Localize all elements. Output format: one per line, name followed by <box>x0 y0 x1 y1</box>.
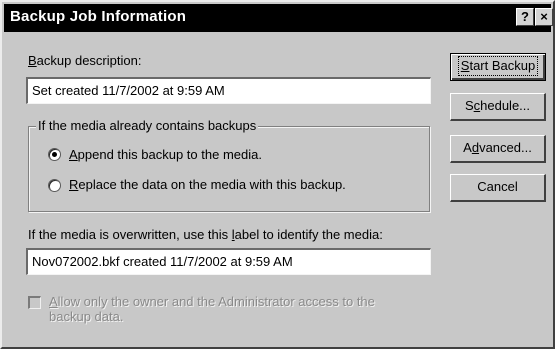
dialog-title: Backup Job Information <box>10 8 187 25</box>
backup-description-input[interactable]: Set created 11/7/2002 at 9:59 AM <box>26 77 431 104</box>
help-button[interactable]: ? <box>516 8 534 26</box>
restrict-access-label-mnemonic: A <box>49 294 58 309</box>
advanced-label-post: vanced... <box>479 140 532 155</box>
restrict-access-label: Allow only the owner and the Administrat… <box>49 294 375 324</box>
help-icon: ? <box>521 9 529 24</box>
media-label-input[interactable]: Nov072002.bkf created 11/7/2002 at 9:59 … <box>26 248 431 275</box>
media-label-label-text: abel to identify the media: <box>234 227 383 242</box>
append-radio[interactable] <box>48 148 61 161</box>
close-icon: × <box>540 9 548 24</box>
media-label-label: If the media is overwritten, use this la… <box>28 227 383 242</box>
schedule-label-post: hedule... <box>480 98 531 113</box>
replace-radio-label[interactable]: Replace the data on the media with this … <box>69 177 346 192</box>
restrict-access-label-line2: backup data. <box>49 309 124 324</box>
backup-description-label: Backup description: <box>28 53 141 68</box>
schedule-button[interactable]: Schedule... <box>450 93 546 121</box>
schedule-label-pre: S <box>464 98 474 113</box>
backup-description-label-text: ackup description: <box>36 53 142 68</box>
backup-description-label-mnemonic: B <box>28 53 37 68</box>
replace-label-mnemonic: R <box>69 177 79 192</box>
media-contains-backups-legend: If the media already contains backups <box>36 118 259 133</box>
restrict-access-checkbox[interactable] <box>28 296 41 309</box>
advanced-mnemonic: d <box>471 140 480 155</box>
advanced-button[interactable]: Advanced... <box>450 135 546 163</box>
cancel-button[interactable]: Cancel <box>450 174 546 202</box>
replace-radio[interactable] <box>48 179 61 192</box>
append-radio-dot <box>52 152 57 157</box>
append-label-text: ppend this backup to the media. <box>77 147 262 162</box>
media-label-value: Nov072002.bkf created 11/7/2002 at 9:59 … <box>32 254 293 269</box>
backup-description-value: Set created 11/7/2002 at 9:59 AM <box>32 83 225 98</box>
append-radio-label[interactable]: Append this backup to the media. <box>69 147 262 162</box>
start-backup-button[interactable]: Start Backup <box>450 53 546 81</box>
media-label-label-pre: If the media is overwritten, use this <box>28 227 232 242</box>
cancel-label: Cancel <box>477 179 518 194</box>
append-label-mnemonic: A <box>69 147 78 162</box>
replace-label-text: eplace the data on the media with this b… <box>78 177 346 192</box>
restrict-access-label-line1: llow only the owner and the Administrato… <box>57 294 375 309</box>
backup-job-information-dialog: Backup Job Information ? × Backup descri… <box>0 0 555 349</box>
advanced-label-pre: A <box>463 140 472 155</box>
start-backup-label: tart Backup <box>469 58 536 73</box>
start-backup-focus: Start Backup <box>457 56 539 76</box>
media-contains-backups-group <box>28 126 430 212</box>
title-bar[interactable]: Backup Job Information ? × <box>4 4 553 32</box>
close-button[interactable]: × <box>535 8 553 26</box>
